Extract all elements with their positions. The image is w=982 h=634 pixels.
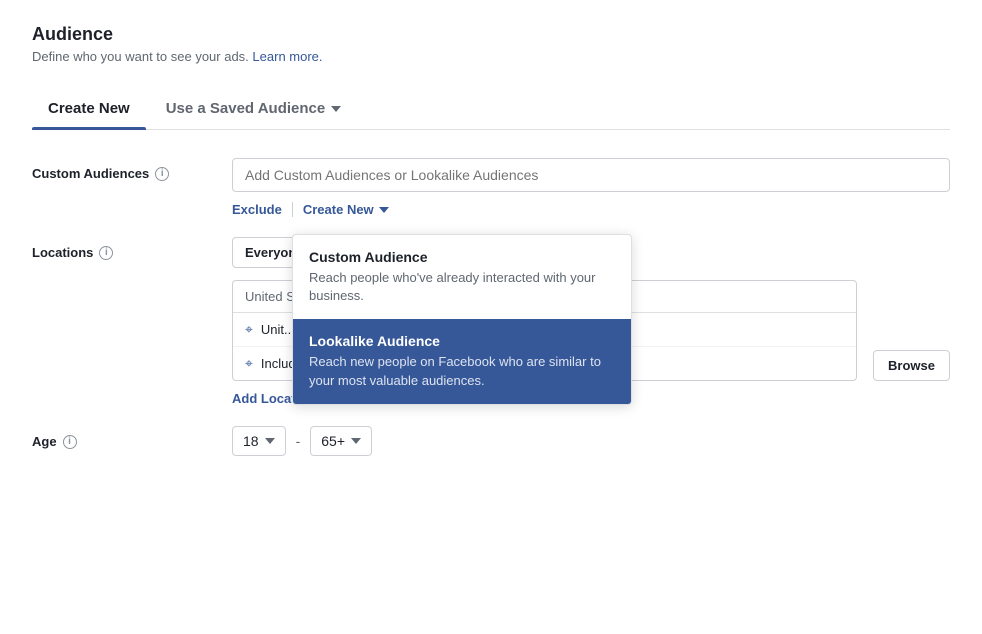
age-row-controls: 18 - 65+ [232, 426, 950, 456]
age-label: Age i [32, 426, 232, 449]
custom-audience-desc: Reach people who've already interacted w… [309, 269, 615, 305]
dropdown-menu: Custom Audience Reach people who've alre… [292, 234, 632, 405]
page-title: Audience [32, 24, 950, 45]
age-separator: - [296, 433, 301, 449]
custom-audiences-label: Custom Audiences i [32, 158, 232, 181]
age-row: Age i 18 - 65+ [32, 426, 950, 456]
age-min-select[interactable]: 18 [232, 426, 286, 456]
age-max-select[interactable]: 65+ [310, 426, 372, 456]
tabs-row: Create New Use a Saved Audience [32, 88, 950, 130]
exclude-link[interactable]: Exclude [232, 202, 293, 217]
exclude-create-row: Exclude Create New Custom Audience Reach… [232, 202, 950, 217]
lookalike-desc: Reach new people on Facebook who are sim… [309, 353, 615, 389]
lookalike-title: Lookalike Audience [309, 333, 615, 349]
custom-audiences-input[interactable] [232, 158, 950, 192]
custom-audiences-row: Custom Audiences i Exclude Create New Cu… [32, 158, 950, 217]
dropdown-item-lookalike[interactable]: Lookalike Audience Reach new people on F… [293, 319, 631, 403]
dropdown-item-custom-audience[interactable]: Custom Audience Reach people who've alre… [293, 235, 631, 319]
tab-use-saved[interactable]: Use a Saved Audience [150, 88, 358, 129]
browse-button[interactable]: Browse [873, 350, 950, 381]
tab-create-new[interactable]: Create New [32, 88, 146, 129]
page-container: Audience Define who you want to see your… [0, 0, 982, 634]
locations-label: Locations i [32, 237, 232, 260]
page-subtitle: Define who you want to see your ads. Lea… [32, 49, 950, 64]
custom-audience-title: Custom Audience [309, 249, 615, 265]
age-info-icon[interactable]: i [63, 435, 77, 449]
tab-arrow-icon [331, 106, 341, 112]
create-new-button[interactable]: Create New [293, 202, 389, 217]
age-max-arrow-icon [351, 438, 361, 444]
pin-icon-1: ⌖ [245, 321, 253, 338]
pin-icon-2: ⌖ [245, 355, 253, 372]
section-header: Audience Define who you want to see your… [32, 24, 950, 64]
custom-audiences-info-icon[interactable]: i [155, 167, 169, 181]
locations-info-icon[interactable]: i [99, 246, 113, 260]
age-control: 18 - 65+ [232, 426, 950, 456]
learn-more-link[interactable]: Learn more. [252, 49, 322, 64]
custom-audiences-control: Exclude Create New Custom Audience Reach… [232, 158, 950, 217]
create-new-arrow-icon [379, 207, 389, 213]
age-min-arrow-icon [265, 438, 275, 444]
